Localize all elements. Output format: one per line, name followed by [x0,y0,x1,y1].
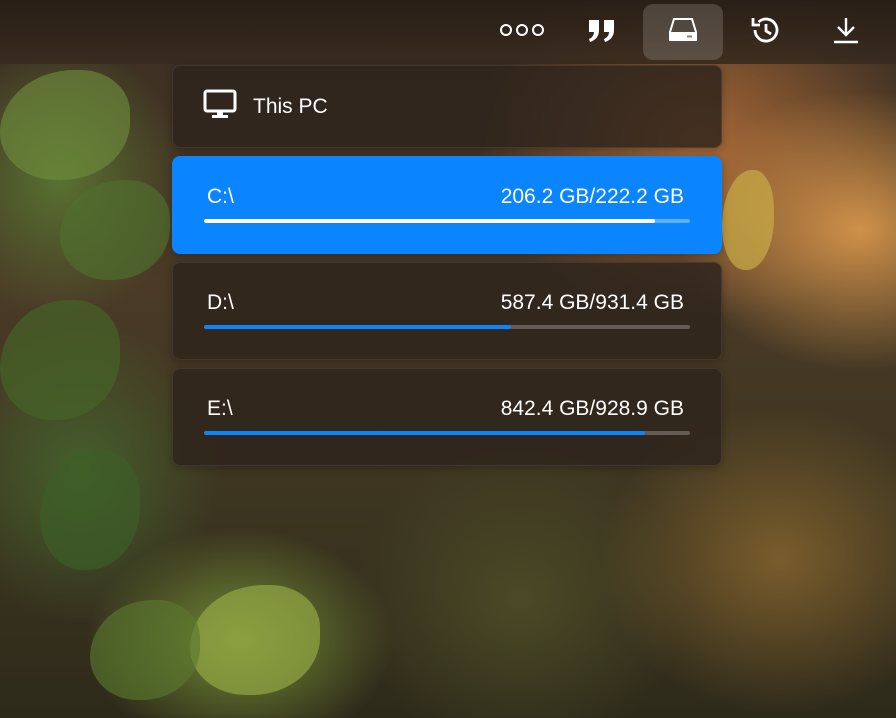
download-icon [831,15,861,50]
wallpaper-leaf [190,585,320,695]
quote-icon [586,16,618,49]
drive-usage: 842.4 GB/928.9 GB [500,397,684,420]
wallpaper-leaf [0,300,120,420]
monitor-icon [203,88,237,125]
this-pc-header[interactable]: This PC [172,65,722,148]
drive-usage-bar [204,219,690,223]
more-button[interactable] [482,4,562,60]
drive-usage: 587.4 GB/931.4 GB [500,291,684,314]
drive-usage-bar-fill [204,431,645,435]
wallpaper-leaf [40,450,140,570]
drive-item-e[interactable]: E:\ 842.4 GB/928.9 GB [172,368,722,466]
wallpaper-leaf [0,70,130,180]
wallpaper-leaf [90,600,200,700]
quote-button[interactable] [562,4,642,60]
drives-button[interactable] [643,4,723,60]
history-icon [749,15,781,50]
download-button[interactable] [806,4,886,60]
drive-usage-bar [204,431,690,435]
top-toolbar [0,0,896,64]
drive-usage-bar [204,325,690,329]
drive-letter: D:\ [207,291,234,314]
drive-usage-bar-fill [204,219,655,223]
drive-item-d[interactable]: D:\ 587.4 GB/931.4 GB [172,262,722,360]
wallpaper-leaf [722,170,774,270]
drive-item-c[interactable]: C:\ 206.2 GB/222.2 GB [172,156,722,254]
drive-usage: 206.2 GB/222.2 GB [500,185,684,208]
drive-icon [668,17,698,48]
wallpaper-leaf [60,180,170,280]
drive-letter: E:\ [207,397,233,420]
drive-letter: C:\ [207,185,234,208]
history-button[interactable] [725,4,805,60]
drive-usage-bar-fill [204,325,511,329]
this-pc-title: This PC [253,94,328,118]
more-icon [499,23,545,42]
